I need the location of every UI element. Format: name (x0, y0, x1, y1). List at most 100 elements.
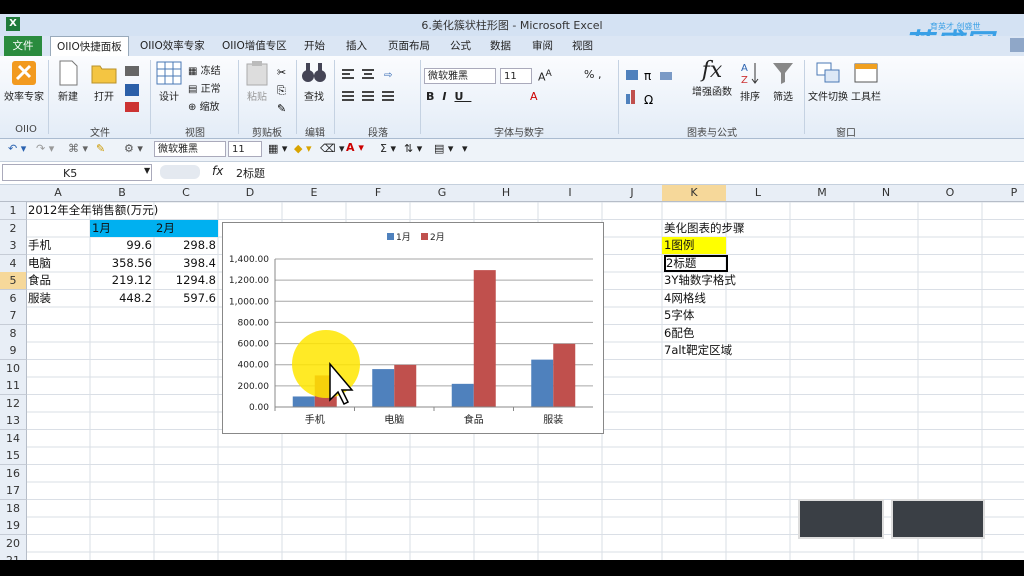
formula-content[interactable]: 2标题 (236, 165, 265, 181)
paragraph-align-icons[interactable]: ⇨ (340, 66, 416, 114)
layout-qat-icon[interactable]: ▤ ▾ (434, 142, 453, 155)
step-item[interactable]: 1图例 (662, 237, 726, 254)
tab-file[interactable]: 文件 (4, 36, 42, 56)
paste-button[interactable]: 粘贴 (242, 60, 272, 103)
formula-bar-handle[interactable] (160, 165, 200, 179)
cut-copy-icons[interactable]: ✂ ⎘ ✎ (276, 64, 290, 116)
column-header-c[interactable]: C (154, 185, 219, 202)
tab-view[interactable]: 视图 (566, 36, 599, 56)
row-header-20[interactable]: 20 (0, 534, 27, 553)
cell-jan-value[interactable]: 448.2 (92, 290, 152, 307)
efficiency-expert-button[interactable]: 效率专家 (4, 60, 44, 103)
row-header-15[interactable]: 15 (0, 447, 27, 465)
column-header-a[interactable]: A (26, 185, 91, 202)
tab-page-layout[interactable]: 页面布局 (382, 36, 436, 56)
tab-oiio-value[interactable]: OIIO增值专区 (216, 36, 293, 56)
row-header-10[interactable]: 10 (0, 359, 27, 378)
tab-oiio-quick[interactable]: OIIO快捷面板 (50, 36, 129, 57)
row-header-5[interactable]: 5 (0, 272, 27, 290)
name-box[interactable]: K5 (2, 164, 152, 181)
bold-italic-underline-icons[interactable]: BIU (426, 90, 471, 103)
step-item[interactable]: 3Y轴数字格式 (664, 272, 804, 289)
row-header-13[interactable]: 13 (0, 412, 27, 430)
tab-oiio-efficiency[interactable]: OIIO效率专家 (134, 36, 211, 56)
row-header-19[interactable]: 19 (0, 517, 27, 535)
cell-b2-header[interactable]: 1月 (90, 219, 154, 237)
row-header-16[interactable]: 16 (0, 464, 27, 483)
tab-formulas[interactable]: 公式 (444, 36, 477, 56)
cell-jan-value[interactable]: 219.12 (92, 272, 152, 289)
row-header-8[interactable]: 8 (0, 324, 27, 343)
row-header-7[interactable]: 7 (0, 307, 27, 325)
font-size-select[interactable]: 11 (500, 68, 532, 84)
tab-data[interactable]: 数据 (484, 36, 517, 56)
row-header-11[interactable]: 11 (0, 377, 27, 395)
cell-jan-value[interactable]: 99.6 (92, 237, 152, 254)
settings-icon[interactable]: ⚙ ▾ (124, 142, 143, 155)
cell-category-label[interactable]: 手机 (28, 237, 88, 254)
redo-icon[interactable]: ↷ ▾ (36, 142, 54, 155)
fill-color-icon[interactable]: ◆ ▾ (294, 142, 311, 155)
undo-icon[interactable]: ↶ ▾ (8, 142, 26, 155)
window-switch-button[interactable]: 文件切换 (808, 60, 848, 103)
clear-format-icon[interactable]: ⌫ ▾ (320, 142, 345, 155)
column-header-j[interactable]: J (602, 185, 663, 202)
cell-category-label[interactable]: 电脑 (28, 255, 88, 272)
customize-qat-icon[interactable]: ▾ (462, 142, 468, 155)
zoom-button[interactable]: ⊕ 缩放 (188, 98, 220, 113)
qat-font-name[interactable]: 微软雅黑 (154, 141, 226, 157)
row-header-1[interactable]: 1 (0, 202, 27, 220)
step-item[interactable]: 5字体 (664, 307, 804, 324)
cell-c2-header[interactable]: 2月 (154, 219, 218, 237)
cell-feb-value[interactable]: 597.6 (156, 290, 216, 307)
open-button[interactable]: 打开 (88, 60, 120, 103)
column-header-g[interactable]: G (410, 185, 475, 202)
row-header-3[interactable]: 3 (0, 237, 27, 255)
row-header-14[interactable]: 14 (0, 429, 27, 448)
step-item[interactable]: 2标题 (664, 254, 728, 272)
font-color-qat-icon[interactable]: A ▾ (346, 141, 364, 154)
name-box-dropdown-icon[interactable]: ▼ (144, 166, 150, 175)
cell-feb-value[interactable]: 398.4 (156, 255, 216, 272)
tab-insert[interactable]: 插入 (340, 36, 373, 56)
column-header-b[interactable]: B (90, 185, 155, 202)
column-header-d[interactable]: D (218, 185, 283, 202)
design-button[interactable]: 设计 (154, 60, 184, 103)
step-item[interactable]: 7alt靶定区域 (664, 342, 804, 359)
insert-function-icon[interactable]: fx (212, 164, 223, 178)
row-header-18[interactable]: 18 (0, 499, 27, 518)
column-header-p[interactable]: P (982, 185, 1024, 202)
cell-a1-title[interactable]: 2012年全年销售额(万元) (28, 202, 228, 219)
filter-button[interactable]: 筛选 (770, 60, 796, 103)
row-header-4[interactable]: 4 (0, 254, 27, 273)
autosum-icon[interactable]: Σ ▾ (380, 142, 396, 155)
row-header-12[interactable]: 12 (0, 394, 27, 413)
new-button[interactable]: 新建 (52, 60, 84, 103)
column-header-e[interactable]: E (282, 185, 347, 202)
toolbar-button[interactable]: 工具栏 (850, 60, 882, 103)
step-item[interactable]: 4网格线 (664, 290, 804, 307)
enhanced-function-button[interactable]: fx 增强函数 (692, 58, 732, 98)
font-name-select[interactable]: 微软雅黑 (424, 68, 496, 84)
step-item[interactable]: 6配色 (664, 325, 804, 342)
qat-font-size[interactable]: 11 (228, 141, 262, 157)
chart-formula-icons[interactable]: πΩ (624, 68, 690, 108)
font-color-icon[interactable]: A (530, 90, 538, 103)
print-save-icons[interactable] (122, 64, 144, 114)
column-header-k[interactable]: K (662, 185, 727, 202)
row-header-6[interactable]: 6 (0, 289, 27, 308)
select-all-corner[interactable] (0, 185, 27, 202)
cell-category-label[interactable]: 服装 (28, 290, 88, 307)
row-header-9[interactable]: 9 (0, 342, 27, 360)
freeze-button[interactable]: ▦ 冻结 (188, 62, 221, 77)
column-header-m[interactable]: M (790, 185, 855, 202)
sort-qat-icon[interactable]: ⇅ ▾ (404, 142, 422, 155)
cell-jan-value[interactable]: 358.56 (92, 255, 152, 272)
cell-feb-value[interactable]: 298.8 (156, 237, 216, 254)
row-header-17[interactable]: 17 (0, 482, 27, 500)
column-header-l[interactable]: L (726, 185, 791, 202)
cell-category-label[interactable]: 食品 (28, 272, 88, 289)
brush-icon[interactable]: ✎ (96, 142, 105, 155)
tab-review[interactable]: 审阅 (526, 36, 559, 56)
column-header-i[interactable]: I (538, 185, 603, 202)
